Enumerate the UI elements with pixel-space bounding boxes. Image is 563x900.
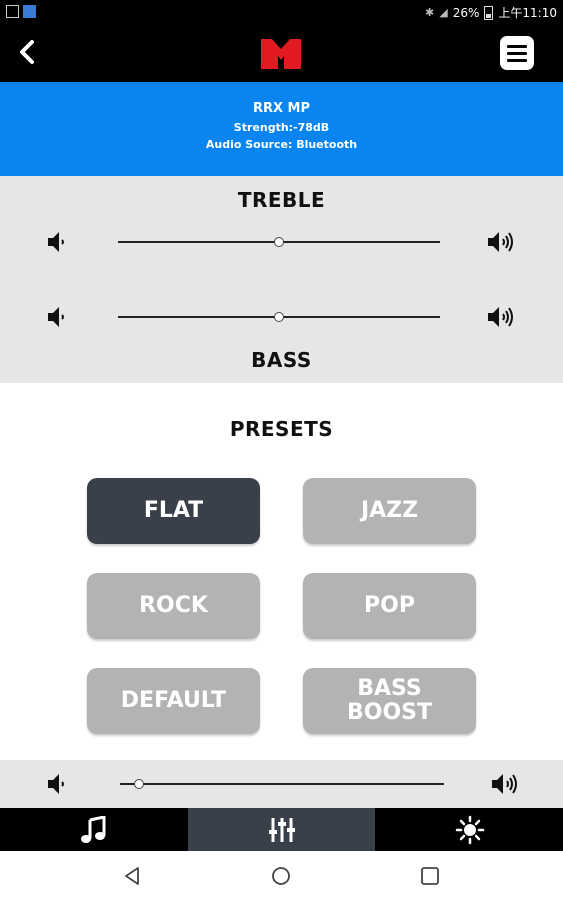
clock: 上午11:10 [498, 6, 557, 20]
speaker-high-icon [492, 774, 517, 794]
preset-pop-button[interactable]: POP [303, 573, 476, 639]
audio-source: Audio Source: Bluetooth [205, 138, 358, 151]
tab-lighting[interactable] [376, 808, 563, 851]
volume-slider-thumb[interactable] [134, 779, 145, 789]
system-home-icon[interactable] [271, 866, 291, 886]
volume-slider-row [0, 764, 563, 804]
bottom-nav [0, 808, 563, 851]
speaker-low-icon [48, 307, 64, 327]
back-arrow-icon[interactable] [10, 34, 46, 70]
brightness-icon [455, 815, 485, 845]
equalizer-icon [269, 818, 295, 842]
bass-slider-thumb[interactable] [274, 312, 284, 322]
battery-percent: 26% [452, 5, 480, 20]
preset-default-button[interactable]: DEFAULT [87, 668, 260, 734]
status-bar: ✱ ◢ 26% 上午11:10 [0, 0, 563, 24]
preset-bass-boost-button[interactable]: BASS BOOST [303, 668, 476, 734]
treble-slider-row [0, 222, 563, 262]
device-name: RRX MP [252, 101, 311, 116]
treble-slider-thumb[interactable] [274, 237, 284, 247]
speaker-low-icon [48, 232, 64, 252]
eq-panel: TREBLE BASS [0, 176, 563, 383]
treble-title: TREBLE [237, 188, 326, 212]
volume-bar [0, 760, 563, 808]
bass-title: BASS [251, 348, 312, 372]
weather-notification-icon [23, 5, 36, 18]
monster-logo [260, 36, 302, 70]
volume-slider-track[interactable] [120, 783, 444, 785]
preset-label: DEFAULT [120, 688, 227, 713]
system-back-icon[interactable] [122, 866, 142, 886]
presets-title: PRESETS [229, 417, 334, 441]
preset-flat-button[interactable]: FLAT [87, 478, 260, 544]
gallery-notification-icon [6, 5, 19, 18]
music-note-icon [81, 816, 106, 843]
signal-icon: ◢ [439, 6, 448, 19]
speaker-high-icon [488, 307, 513, 327]
preset-jazz-button[interactable]: JAZZ [303, 478, 476, 544]
speaker-low-icon [48, 774, 64, 794]
bass-slider-row [0, 297, 563, 337]
speaker-high-icon [488, 232, 513, 252]
battery-icon [484, 5, 494, 20]
app-header [0, 24, 563, 82]
signal-strength: Strength:-78dB [233, 121, 330, 134]
hamburger-menu-icon[interactable] [500, 36, 534, 70]
preset-label: POP [364, 593, 415, 618]
preset-label: FLAT [143, 498, 204, 523]
system-recents-icon[interactable] [420, 866, 440, 886]
tab-music[interactable] [0, 808, 187, 851]
tab-equalizer[interactable] [188, 808, 375, 851]
system-nav-bar [0, 851, 563, 900]
device-info-banner: RRX MP Strength:-78dB Audio Source: Blue… [0, 82, 563, 176]
bluetooth-icon: ✱ [425, 6, 435, 19]
preset-label: BASS BOOST [346, 676, 433, 725]
preset-label: JAZZ [360, 498, 419, 523]
preset-rock-button[interactable]: ROCK [87, 573, 260, 639]
preset-label: ROCK [139, 593, 208, 618]
